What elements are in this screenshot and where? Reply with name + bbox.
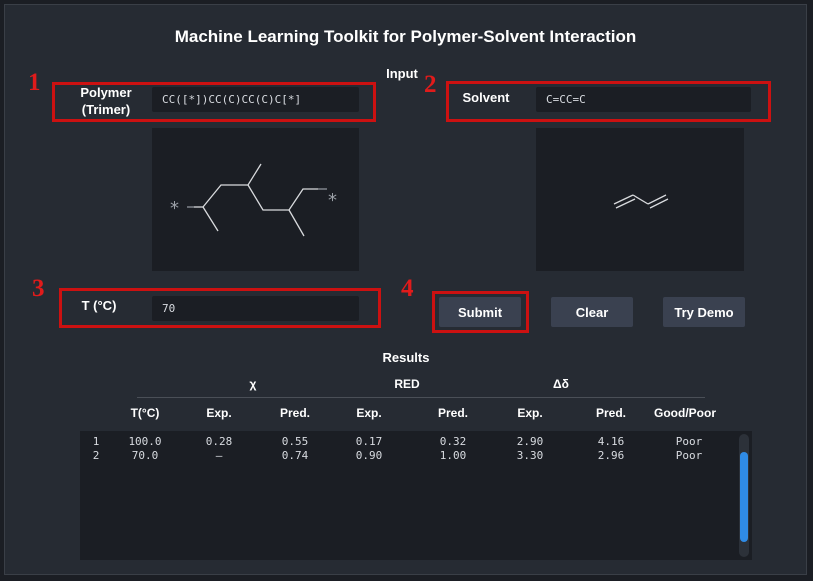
polymer-star-right: * bbox=[328, 190, 337, 211]
app-title: Machine Learning Toolkit for Polymer-Sol… bbox=[174, 27, 637, 46]
solvent-label: Solvent bbox=[462, 90, 510, 105]
cell-dd-exp: 3.30 bbox=[516, 449, 544, 462]
solvent-structure-view bbox=[536, 128, 744, 271]
cell-dd-pred: 2.96 bbox=[597, 449, 625, 462]
col-header-chi-pred: Pred. bbox=[279, 406, 310, 420]
cell-dd-exp: 2.90 bbox=[516, 435, 544, 448]
clear-button[interactable]: Clear bbox=[551, 297, 633, 327]
scrollbar-thumb[interactable] bbox=[740, 452, 748, 542]
polymer-star-left: * bbox=[170, 198, 179, 219]
cell-good-poor: Poor bbox=[675, 449, 703, 462]
cell-good-poor: Poor bbox=[675, 435, 703, 448]
callout-2: 2 bbox=[424, 71, 437, 98]
cell-dd-pred: 4.16 bbox=[597, 435, 625, 448]
polymer-structure-view: * * bbox=[152, 128, 359, 271]
polymer-structure-drawing: * * bbox=[170, 163, 337, 237]
col-header-chi-exp: Exp. bbox=[206, 406, 232, 420]
temperature-label: T (°C) bbox=[81, 298, 117, 313]
temperature-input[interactable]: 70 bbox=[152, 296, 359, 321]
col-header-good-poor: Good/Poor bbox=[654, 406, 716, 420]
submit-button[interactable]: Submit bbox=[439, 297, 521, 327]
cell-chi-pred: 0.74 bbox=[281, 449, 309, 462]
table-row[interactable]: 2 70.0 – 0.74 0.90 1.00 3.30 2.96 Poor bbox=[80, 449, 720, 463]
cell-chi-exp: – bbox=[215, 449, 223, 462]
cell-chi-pred: 0.55 bbox=[281, 435, 309, 448]
solvent-smiles-input[interactable]: C=CC=C bbox=[536, 87, 751, 112]
cell-red-exp: 0.90 bbox=[355, 449, 383, 462]
cell-red-pred: 1.00 bbox=[439, 449, 467, 462]
cell-red-exp: 0.17 bbox=[355, 435, 383, 448]
polymer-label: Polymer (Trimer) bbox=[80, 85, 132, 117]
col-header-dd-exp: Exp. bbox=[517, 406, 543, 420]
callout-3: 3 bbox=[32, 275, 45, 302]
solvent-structure-drawing bbox=[613, 194, 669, 209]
red-group-header: RED bbox=[394, 377, 420, 391]
delta-delta-group-header: Δδ bbox=[553, 377, 569, 391]
chi-group-header: χ bbox=[249, 377, 257, 391]
table-row[interactable]: 1 100.0 0.28 0.55 0.17 0.32 2.90 4.16 Po… bbox=[80, 435, 720, 449]
polymer-smiles-input[interactable]: CC([*])CC(C)CC(C)C[*] bbox=[152, 87, 359, 112]
callout-1: 1 bbox=[28, 69, 41, 96]
cell-temp: 70.0 bbox=[131, 449, 159, 462]
header-divider bbox=[137, 397, 705, 398]
row-index: 2 bbox=[92, 449, 100, 462]
col-header-red-exp: Exp. bbox=[356, 406, 382, 420]
col-header-dd-pred: Pred. bbox=[595, 406, 626, 420]
app-window: Machine Learning Toolkit for Polymer-Sol… bbox=[4, 4, 807, 575]
cell-temp: 100.0 bbox=[128, 435, 162, 448]
results-list[interactable]: 1 100.0 0.28 0.55 0.17 0.32 2.90 4.16 Po… bbox=[80, 431, 752, 560]
cell-chi-exp: 0.28 bbox=[205, 435, 233, 448]
input-section-label: Input bbox=[386, 66, 418, 81]
results-section-label: Results bbox=[382, 350, 430, 365]
scrollbar-track[interactable] bbox=[739, 434, 749, 557]
try-demo-button[interactable]: Try Demo bbox=[663, 297, 745, 327]
callout-4: 4 bbox=[401, 275, 414, 302]
col-header-temp: T(°C) bbox=[130, 406, 160, 420]
col-header-red-pred: Pred. bbox=[437, 406, 468, 420]
cell-red-pred: 0.32 bbox=[439, 435, 467, 448]
row-index: 1 bbox=[92, 435, 100, 448]
